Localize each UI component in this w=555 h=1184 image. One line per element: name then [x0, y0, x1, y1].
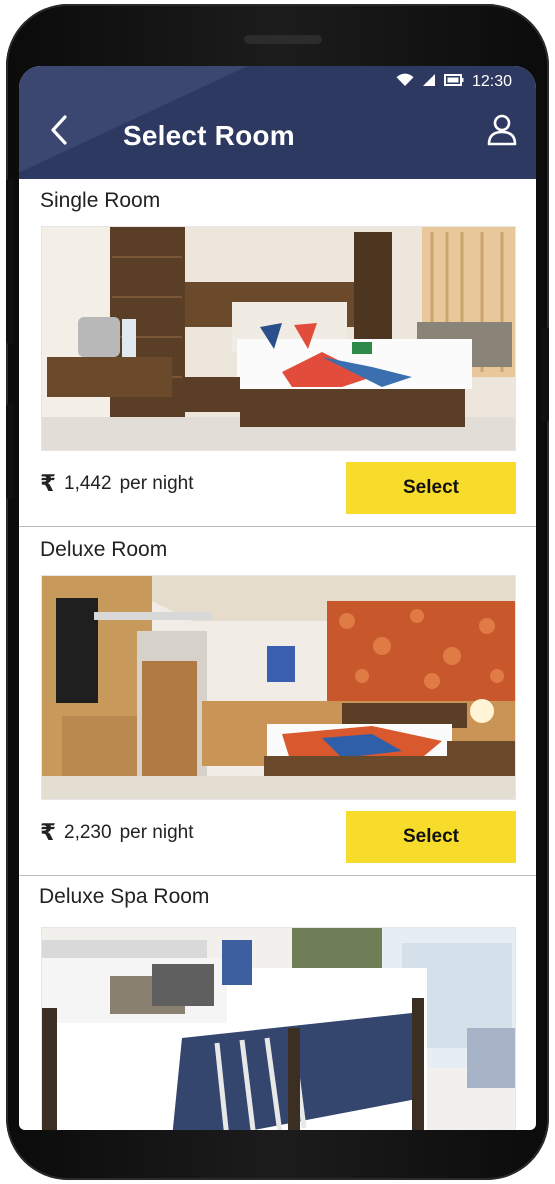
room-card-deluxe: Deluxe Room ₹ 2,230 per night Select	[19, 528, 536, 876]
volume-button	[6, 179, 14, 344]
price-row: ₹ 1,442 per night	[40, 471, 194, 497]
currency-symbol: ₹	[40, 820, 57, 846]
room-name: Single Room	[40, 189, 161, 212]
divider	[19, 875, 536, 876]
room-name: Deluxe Spa Room	[39, 885, 210, 908]
price-amount: 1,442	[64, 473, 112, 494]
room-photo	[41, 927, 516, 1130]
app-screen: 12:30 Select Room Single Room ₹ 1,442 pe…	[19, 66, 536, 1130]
select-button-deluxe[interactable]: Select	[346, 811, 516, 863]
battery-icon	[443, 73, 464, 91]
side-button	[6, 404, 14, 499]
wifi-icon	[396, 73, 414, 92]
earpiece-speaker	[244, 35, 322, 44]
room-card-single: Single Room ₹ 1,442 per night Select	[19, 179, 536, 527]
back-arrow-icon	[50, 114, 68, 150]
select-button-single[interactable]: Select	[346, 462, 516, 514]
status-bar: 12:30	[396, 72, 512, 92]
room-name: Deluxe Room	[40, 538, 168, 561]
room-photo	[41, 575, 516, 800]
room-photo	[41, 226, 516, 451]
price-unit: per night	[119, 473, 194, 494]
room-card-deluxe-spa: Deluxe Spa Room	[19, 877, 536, 1130]
app-bar: 12:30 Select Room	[19, 66, 536, 179]
cellular-signal-icon	[422, 73, 436, 92]
price-row: ₹ 2,230 per night	[40, 820, 194, 846]
toolbar: Select Room	[19, 102, 536, 179]
currency-symbol: ₹	[40, 471, 57, 497]
price-amount: 2,230	[64, 822, 112, 843]
profile-button[interactable]	[484, 114, 520, 150]
status-time: 12:30	[471, 73, 512, 90]
divider	[19, 526, 536, 527]
profile-icon	[487, 114, 517, 151]
page-title: Select Room	[123, 120, 295, 151]
price-unit: per night	[119, 822, 194, 843]
back-button[interactable]	[41, 114, 77, 150]
power-button	[541, 327, 549, 422]
